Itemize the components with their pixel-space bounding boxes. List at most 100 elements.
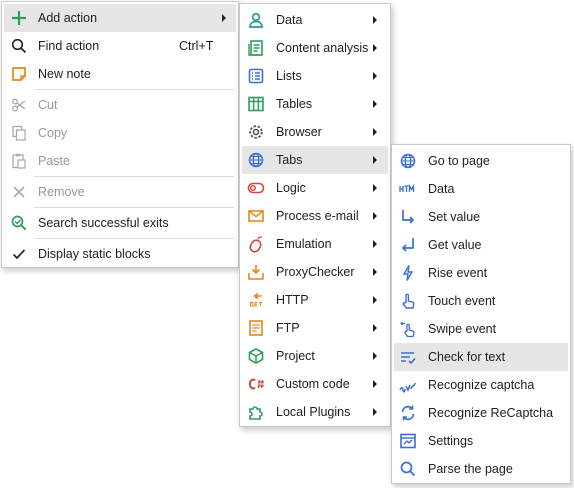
cube-icon: [247, 347, 265, 365]
submenu-arrow-icon: [373, 352, 377, 360]
submenu-item-local-plugins[interactable]: Local Plugins: [242, 398, 388, 426]
menu-item-label: HTTP: [276, 293, 309, 307]
submenu-item-proxychecker[interactable]: ProxyChecker: [242, 258, 388, 286]
menu-item-label: Swipe event: [428, 322, 497, 336]
submenu-arrow-icon: [373, 156, 377, 164]
check-icon: [10, 245, 28, 263]
menu-item-label: Local Plugins: [276, 405, 351, 419]
user-icon: [247, 11, 265, 29]
menu-item-find-action[interactable]: Find action Ctrl+T: [4, 32, 236, 60]
menu-item-copy[interactable]: Copy: [4, 119, 236, 147]
menu-item-label: Go to page: [428, 154, 490, 168]
submenu-item-touch-event[interactable]: Touch event: [394, 287, 568, 315]
menu-item-label: Logic: [276, 181, 306, 195]
submenu-arrow-icon: [373, 16, 377, 24]
submenu-arrow-icon: [373, 128, 377, 136]
copy-icon: [10, 124, 28, 142]
menu-item-label: Process e-mail: [276, 209, 359, 223]
menu-item-label: ProxyChecker: [276, 265, 355, 279]
touch-icon: [399, 292, 417, 310]
menu-item-label: Lists: [276, 69, 302, 83]
menu-item-label: Check for text: [428, 350, 506, 364]
submenu-item-settings[interactable]: Settings: [394, 427, 568, 455]
arrow-down-left-icon: [399, 236, 417, 254]
submenu-arrow-icon: [373, 408, 377, 416]
paste-icon: [10, 152, 28, 170]
submenu-arrow-icon: [222, 14, 226, 22]
submenu-item-tables[interactable]: Tables: [242, 90, 388, 118]
globe-icon: [399, 152, 417, 170]
text-check-icon: [399, 348, 417, 366]
csharp-icon: [247, 375, 265, 393]
envelope-icon: [247, 207, 265, 225]
submenu-item-project[interactable]: Project: [242, 342, 388, 370]
submenu-item-ftp[interactable]: FTP: [242, 314, 388, 342]
menu-item-new-note[interactable]: New note: [4, 60, 236, 88]
menu-item-label: Rise event: [428, 266, 488, 280]
window-settings-icon: [399, 432, 417, 450]
menu-item-label: Set value: [428, 210, 481, 224]
menu-item-label: Data: [428, 182, 455, 196]
menu-item-label: Paste: [38, 154, 70, 168]
submenu-item-tabs[interactable]: Tabs: [242, 146, 388, 174]
menu-item-label: Remove: [38, 185, 85, 199]
menu-item-label: Tabs: [276, 153, 303, 167]
submenu-item-recognize-recaptcha[interactable]: Recognize ReCaptcha: [394, 399, 568, 427]
menu-item-label: Add action: [38, 11, 98, 25]
menu-item-label: Custom code: [276, 377, 350, 391]
submenu-item-data[interactable]: Data: [394, 175, 568, 203]
submenu-item-swipe-event[interactable]: Swipe event: [394, 315, 568, 343]
mouse-icon: [247, 235, 265, 253]
submenu-item-rise-event[interactable]: Rise event: [394, 259, 568, 287]
menu-item-paste[interactable]: Paste: [4, 147, 236, 175]
menu-item-display-static[interactable]: Display static blocks: [4, 240, 236, 268]
menu-item-add-action[interactable]: Add action: [4, 4, 236, 32]
submenu-item-emulation[interactable]: Emulation: [242, 230, 388, 258]
menu-item-label: Copy: [38, 126, 68, 140]
menu-item-cut[interactable]: Cut: [4, 91, 236, 119]
http-get-icon: [247, 291, 265, 309]
menu-separator: [34, 176, 234, 177]
download-icon: [247, 263, 265, 281]
document-icon: [247, 39, 265, 57]
submenu-item-browser[interactable]: Browser: [242, 118, 388, 146]
submenu-item-data[interactable]: Data: [242, 6, 388, 34]
submenu-item-logic[interactable]: Logic: [242, 174, 388, 202]
submenu-item-lists[interactable]: Lists: [242, 62, 388, 90]
scissors-icon: [10, 96, 28, 114]
submenu-item-set-value[interactable]: Set value: [394, 203, 568, 231]
submenu-arrow-icon: [373, 296, 377, 304]
menu-item-label: Touch event: [428, 294, 496, 308]
submenu-item-recognize-captcha[interactable]: Recognize captcha: [394, 371, 568, 399]
menu-item-label: Project: [276, 349, 315, 363]
tabs-submenu: Go to page Data Set value Get value Rise…: [391, 144, 571, 484]
submenu-arrow-icon: [373, 100, 377, 108]
plus-icon: [10, 9, 28, 27]
menu-item-label: Data: [276, 13, 303, 27]
note-icon: [10, 65, 28, 83]
list-icon: [247, 67, 265, 85]
menu-item-label: New note: [38, 67, 91, 81]
swipe-icon: [399, 320, 417, 338]
submenu-item-process-email[interactable]: Process e-mail: [242, 202, 388, 230]
ftp-document-icon: [247, 319, 265, 337]
submenu-arrow-icon: [373, 44, 377, 52]
menu-item-label: Tables: [276, 97, 313, 111]
submenu-item-parse-the-page[interactable]: Parse the page: [394, 455, 568, 483]
submenu-item-http[interactable]: HTTP: [242, 286, 388, 314]
submenu-arrow-icon: [373, 184, 377, 192]
submenu-item-get-value[interactable]: Get value: [394, 231, 568, 259]
menu-item-search-exits[interactable]: Search successful exits: [4, 209, 236, 237]
submenu-item-custom-code[interactable]: Custom code: [242, 370, 388, 398]
lightning-icon: [399, 264, 417, 282]
menu-separator: [34, 207, 234, 208]
submenu-arrow-icon: [373, 240, 377, 248]
menu-item-label: FTP: [276, 321, 300, 335]
gear-icon: [247, 123, 265, 141]
submenu-arrow-icon: [373, 72, 377, 80]
menu-item-remove[interactable]: Remove: [4, 178, 236, 206]
submenu-item-go-to-page[interactable]: Go to page: [394, 147, 568, 175]
submenu-item-check-for-text[interactable]: Check for text: [394, 343, 568, 371]
menu-item-label: Recognize captcha: [428, 378, 535, 392]
submenu-item-content-analysis[interactable]: Content analysis: [242, 34, 388, 62]
